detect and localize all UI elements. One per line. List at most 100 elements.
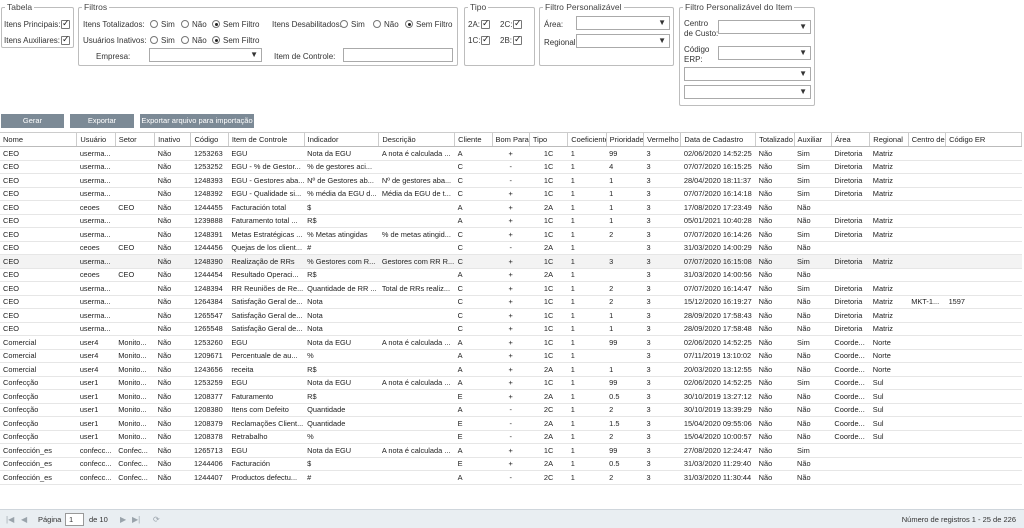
table-cell: [831, 443, 870, 458]
first-page-icon[interactable]: |◀: [6, 515, 14, 524]
column-header[interactable]: Setor: [115, 132, 156, 147]
column-header[interactable]: Prioridade: [606, 132, 645, 147]
custom-item-select-4[interactable]: ▼: [684, 85, 811, 99]
table-cell: Nota da EGU: [304, 376, 379, 390]
column-header[interactable]: Vermelho: [643, 132, 682, 147]
table-cell: [831, 241, 870, 255]
column-header[interactable]: Área: [831, 132, 871, 147]
usuarios-inativos-sem-filtro-radio[interactable]: [212, 36, 220, 44]
usuarios-inativos-sim-radio[interactable]: [150, 36, 158, 44]
table-cell: 02/06/2020 14:52:25: [680, 146, 756, 161]
table-row[interactable]: CEO userma... Não 1239888 Faturamento total …: [0, 214, 1022, 228]
column-header[interactable]: Nome: [0, 132, 78, 147]
tipo-1c-checkbox[interactable]: [481, 34, 490, 45]
table-row[interactable]: Comercial user4 Monito... Não 1243656 receita…: [0, 362, 1022, 377]
table-cell: CEO: [115, 268, 155, 282]
itens-desabilitados-sim-radio[interactable]: [340, 20, 348, 28]
table-row[interactable]: Confección_es confecc... Confec... Não 12444…: [0, 457, 1022, 471]
empresa-select[interactable]: ▼: [149, 48, 262, 62]
column-header[interactable]: Tipo: [529, 132, 569, 147]
table-cell: Não: [794, 214, 832, 228]
table-cell: CEO: [0, 268, 77, 282]
column-header[interactable]: Totalizado: [755, 132, 795, 147]
table-row[interactable]: CEO ceoes CEO Não 1244456 Quejas de los clien…: [0, 241, 1022, 255]
tipo-2c-checkbox[interactable]: [513, 18, 522, 29]
tipo-2a-checkbox[interactable]: [481, 18, 490, 29]
itens-totalizados-nao-radio[interactable]: [181, 20, 189, 28]
table-row[interactable]: CEO userma... Não 1253252 EGU - % de Gestor.…: [0, 160, 1022, 174]
table-row[interactable]: Confecção user1 Monito... Não 1208377 Faturam…: [0, 389, 1022, 404]
table-cell: C: [454, 173, 492, 188]
next-page-icon[interactable]: ▶: [120, 515, 126, 524]
prev-page-icon[interactable]: ◀: [21, 515, 27, 524]
exportar-button[interactable]: Exportar: [70, 114, 134, 128]
usuarios-inativos-nao-radio[interactable]: [181, 36, 189, 44]
table-row[interactable]: Confecção user1 Monito... Não 1208379 Reclama…: [0, 416, 1022, 431]
column-header[interactable]: Coeficiente: [567, 132, 607, 147]
table-row[interactable]: CEO ceoes CEO Não 1244455 Facturación total $ A…: [0, 200, 1022, 215]
table-row[interactable]: Confección_es confecc... Confec... Não 12444…: [0, 470, 1022, 485]
table-row[interactable]: CEO userma... Não 1265547 Satisfação Geral d…: [0, 308, 1022, 323]
itens-desabilitados-sim-label: Sim: [351, 20, 365, 29]
column-header[interactable]: Inativo: [154, 132, 192, 147]
itens-totalizados-sim-radio[interactable]: [150, 20, 158, 28]
table-row[interactable]: CEO userma... Não 1248390 Realização de RRs%…: [0, 254, 1022, 269]
column-header[interactable]: Usuário: [76, 132, 116, 147]
table-row[interactable]: CEO userma... Não 1248391 Metas Estratégicas…: [0, 227, 1022, 242]
itens-auxiliares-checkbox[interactable]: [61, 34, 70, 45]
table-row[interactable]: CEO userma... Não 1265548 Satisfação Geral d…: [0, 322, 1022, 336]
table-row[interactable]: Confección_es confecc... Confec... Não 12657…: [0, 443, 1022, 458]
table-row[interactable]: CEO userma... Não 1264384 Satisfação Geral d…: [0, 295, 1022, 309]
column-header[interactable]: Data de Cadastro: [680, 132, 757, 147]
item-de-controle-input[interactable]: [343, 48, 453, 62]
table-row[interactable]: CEO userma... Não 1248392 EGU - Qualidade si…: [0, 187, 1022, 201]
column-header[interactable]: Auxiliar: [794, 132, 832, 147]
table-row[interactable]: Confecção user1 Monito... Não 1208380 Itens c…: [0, 403, 1022, 417]
table-row[interactable]: CEO userma... Não 1248394 RR Reuniões de Re.…: [0, 281, 1022, 296]
column-header[interactable]: Centro de: [908, 132, 947, 147]
table-cell: [378, 308, 455, 323]
table-row[interactable]: CEO userma... Não 1248393 EGU - Gestores aba…: [0, 173, 1022, 188]
table-cell: A: [454, 376, 492, 390]
table-cell: [378, 200, 455, 215]
column-header[interactable]: Indicador: [304, 132, 380, 147]
table-row[interactable]: Confecção user1 Monito... Não 1253259 EGU Nota…: [0, 376, 1022, 390]
table-cell: Productos defectu...: [228, 470, 305, 485]
column-header[interactable]: Descrição: [378, 132, 456, 147]
column-header[interactable]: Bom Para: [492, 132, 530, 147]
table-row[interactable]: CEO ceoes CEO Não 1244454 Resultado Operaci..…: [0, 268, 1022, 282]
itens-principais-checkbox[interactable]: [61, 18, 70, 29]
refresh-icon[interactable]: ⟳: [153, 515, 160, 524]
table-cell: E: [454, 457, 492, 471]
table-row[interactable]: Comercial user4 Monito... Não 1209671 Percent…: [0, 349, 1022, 363]
table-cell: 1: [567, 389, 607, 404]
column-header[interactable]: Cliente: [454, 132, 493, 147]
column-header[interactable]: Item de Controle: [228, 132, 305, 147]
exportar-arquivo-button[interactable]: Exportar arquivo para importação: [140, 114, 254, 128]
table-row[interactable]: Comercial user4 Monito... Não 1253260 EGU Nota…: [0, 335, 1022, 350]
table-cell: ceoes: [76, 268, 116, 282]
column-header[interactable]: Código ER: [945, 132, 1022, 147]
table-cell: [908, 403, 946, 417]
regional-select[interactable]: ▼: [576, 34, 670, 48]
itens-desabilitados-nao-radio[interactable]: [373, 20, 381, 28]
last-page-icon[interactable]: ▶|: [132, 515, 140, 524]
table-row[interactable]: Confecção user1 Monito... Não 1208378 Retraba…: [0, 430, 1022, 444]
centro-de-custo-select[interactable]: ▼: [718, 20, 811, 34]
table-row[interactable]: CEO userma... Não 1253263 EGU Nota da EGU A no…: [0, 146, 1022, 161]
column-header[interactable]: Regional: [869, 132, 909, 147]
custom-item-select-3[interactable]: ▼: [684, 67, 811, 81]
column-header[interactable]: Código: [190, 132, 229, 147]
table-cell: Percentuale de au...: [228, 349, 305, 363]
itens-totalizados-sem-filtro-radio[interactable]: [212, 20, 220, 28]
table-cell: Matriz: [869, 295, 909, 309]
page-number-input[interactable]: 1: [65, 513, 84, 526]
itens-desabilitados-sem-filtro-radio[interactable]: [405, 20, 413, 28]
table-cell: 2A: [529, 241, 568, 255]
table-cell: A: [454, 146, 492, 161]
gerar-button[interactable]: Gerar: [1, 114, 64, 128]
table-cell: [831, 457, 870, 471]
area-select[interactable]: ▼: [576, 16, 670, 30]
tipo-2b-checkbox[interactable]: [513, 34, 522, 45]
codigo-erp-select[interactable]: ▼: [718, 46, 811, 60]
